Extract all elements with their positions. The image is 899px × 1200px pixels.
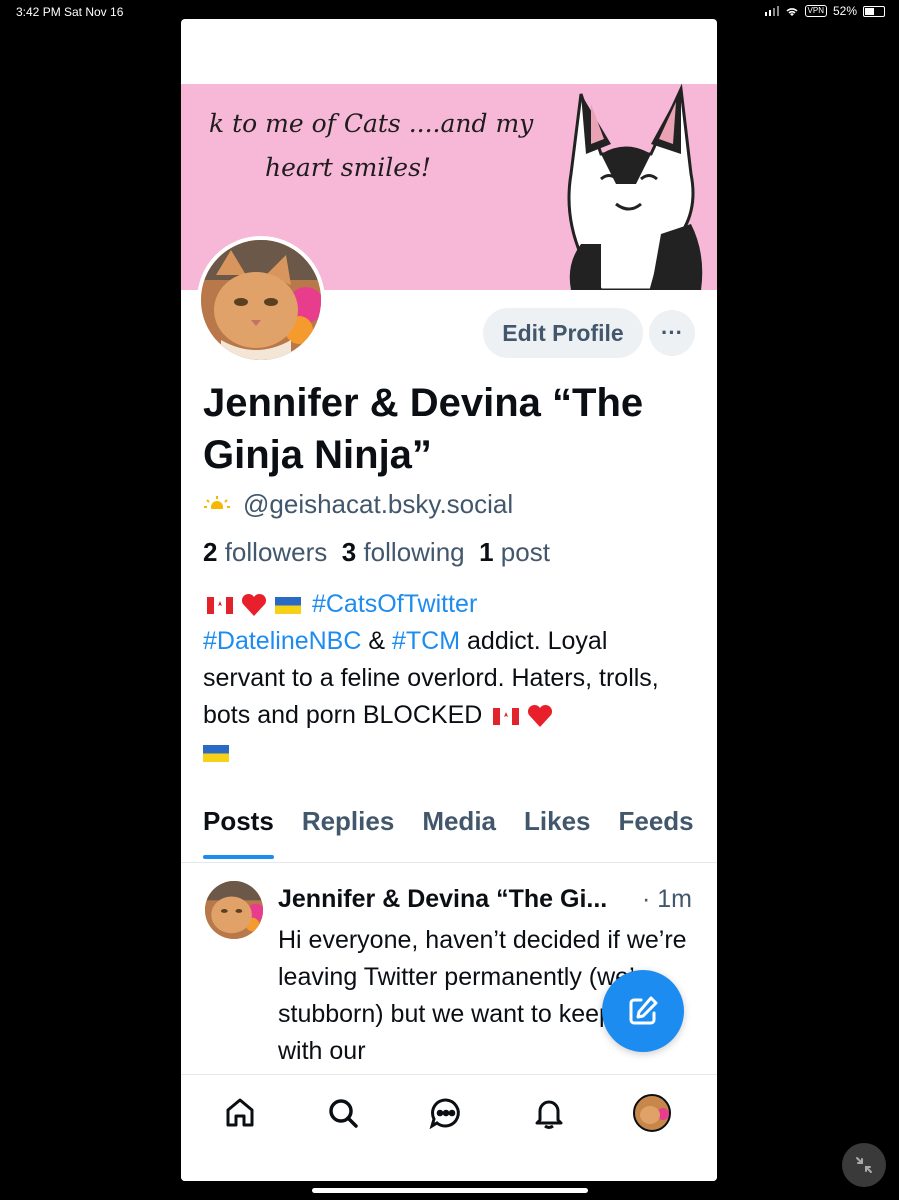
profile-stats: 2 followers 3 following 1 post bbox=[203, 537, 550, 568]
cat-photo bbox=[201, 240, 321, 360]
tab-replies[interactable]: Replies bbox=[302, 806, 395, 837]
exit-fullscreen-button[interactable] bbox=[842, 1143, 886, 1187]
tab-posts[interactable]: Posts bbox=[203, 806, 274, 859]
nav-search[interactable] bbox=[323, 1093, 363, 1133]
profile-avatar-icon bbox=[633, 1094, 671, 1132]
posts-stat: 1 post bbox=[479, 537, 550, 567]
app-window: k to me of Cats ....and my heart smiles! bbox=[181, 19, 717, 1181]
following-count: 3 bbox=[341, 537, 357, 567]
posts-count: 1 bbox=[479, 537, 494, 567]
banner-art-text: k to me of Cats ....and my heart smiles! bbox=[209, 102, 533, 190]
followers-count: 2 bbox=[203, 537, 218, 567]
posts-label: post bbox=[500, 537, 550, 567]
bell-icon bbox=[535, 1100, 563, 1129]
nav-chat[interactable] bbox=[426, 1093, 466, 1133]
shrink-arrows-icon bbox=[856, 1157, 872, 1173]
nav-notifications[interactable] bbox=[529, 1093, 569, 1133]
status-date: Sat Nov 16 bbox=[64, 5, 124, 19]
ukraine-flag-icon bbox=[203, 744, 229, 762]
battery-icon bbox=[863, 5, 885, 17]
post-timestamp[interactable]: · 1m bbox=[642, 885, 692, 914]
hashtag-tcm[interactable]: #TCM bbox=[392, 627, 460, 655]
post-avatar[interactable] bbox=[205, 881, 263, 939]
home-indicator[interactable] bbox=[312, 1188, 588, 1193]
compose-button[interactable] bbox=[602, 970, 684, 1052]
nav-home[interactable] bbox=[220, 1093, 260, 1133]
canada-flag-icon bbox=[493, 707, 520, 725]
red-heart-icon bbox=[528, 705, 553, 728]
compose-icon bbox=[629, 996, 658, 1025]
more-options-button[interactable]: ··· bbox=[649, 310, 695, 356]
tab-feeds[interactable]: Feeds bbox=[619, 806, 694, 837]
wifi-icon bbox=[785, 7, 798, 16]
tab-likes[interactable]: Likes bbox=[524, 806, 591, 837]
signal-icon bbox=[764, 6, 779, 16]
banner-cat-illustration bbox=[567, 84, 703, 290]
bio-amp: & bbox=[361, 627, 392, 655]
red-heart-icon bbox=[241, 594, 267, 617]
profile-tabs: Posts Replies Media Likes Feeds bbox=[203, 806, 694, 859]
chat-icon bbox=[429, 1098, 460, 1130]
profile-avatar[interactable] bbox=[197, 236, 325, 364]
tabs-divider bbox=[181, 862, 717, 863]
hashtag-cats-of-twitter[interactable]: #CatsOfTwitter bbox=[312, 590, 477, 618]
handle-row: @geishacat.bsky.social bbox=[203, 489, 513, 520]
nav-profile[interactable] bbox=[632, 1093, 672, 1133]
banner-line-1: k to me of Cats ....and my bbox=[209, 109, 534, 138]
home-icon bbox=[226, 1098, 254, 1127]
bottom-navigation bbox=[181, 1074, 717, 1181]
edit-profile-button[interactable]: Edit Profile bbox=[483, 308, 643, 358]
search-icon bbox=[329, 1099, 358, 1128]
status-right: VPN 52% bbox=[764, 4, 885, 18]
profile-display-name: Jennifer & Devina “The Ginja Ninja” bbox=[203, 381, 644, 477]
followers-stat[interactable]: 2 followers bbox=[203, 537, 327, 567]
followers-label: followers bbox=[224, 537, 328, 567]
profile-bio: #CatsOfTwitter #DatelineNBC & #TCM addic… bbox=[203, 586, 683, 771]
ukraine-flag-icon bbox=[275, 596, 301, 614]
hashtag-dateline-nbc[interactable]: #DatelineNBC bbox=[203, 627, 361, 655]
sun-cloud-icon bbox=[204, 495, 230, 513]
cat-photo bbox=[205, 881, 263, 939]
banner-line-2: heart smiles! bbox=[265, 153, 431, 182]
post-header: Jennifer & Devina “The Gi... · 1m bbox=[278, 885, 698, 914]
battery-percent: 52% bbox=[832, 4, 857, 18]
profile-handle[interactable]: @geishacat.bsky.social bbox=[243, 489, 513, 520]
canada-flag-icon bbox=[207, 596, 233, 614]
status-time: 3:42 PM bbox=[16, 5, 61, 19]
post-author[interactable]: Jennifer & Devina “The Gi... bbox=[278, 885, 607, 913]
following-stat[interactable]: 3 following bbox=[342, 537, 465, 567]
vpn-badge: VPN bbox=[804, 5, 827, 17]
tab-media[interactable]: Media bbox=[422, 806, 496, 837]
following-label: following bbox=[363, 537, 465, 567]
